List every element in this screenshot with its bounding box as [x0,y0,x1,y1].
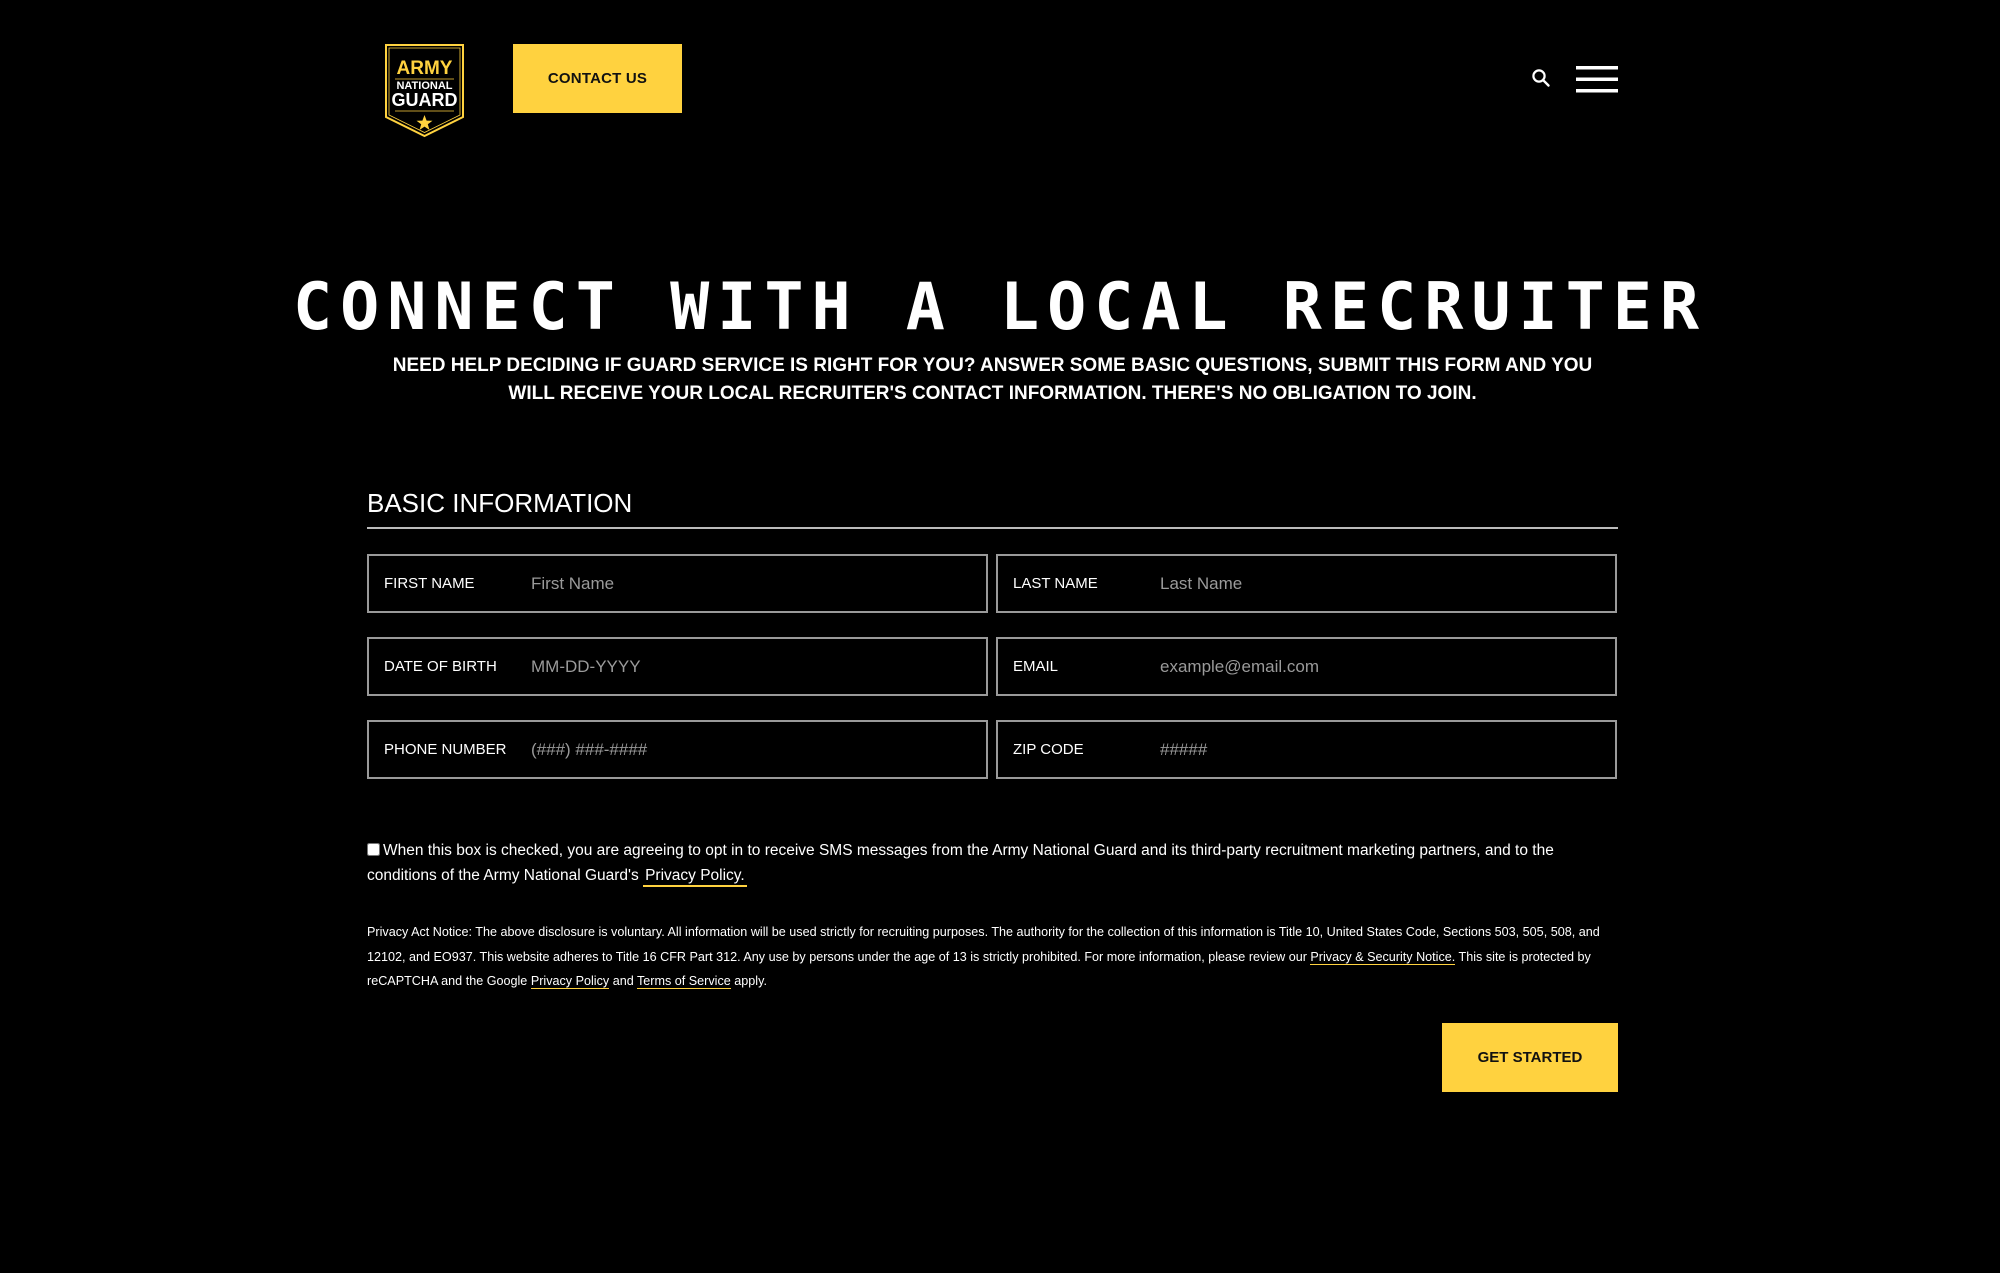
page-subtitle: NEED HELP DECIDING IF GUARD SERVICE IS R… [392,355,1593,404]
section-divider [367,527,1618,529]
phone-number-label: PHONE NUMBER [384,741,507,758]
first-name-field[interactable]: FIRST NAME [367,554,988,613]
google-privacy-policy-link[interactable]: Privacy Policy [530,974,610,989]
get-started-button[interactable]: GET STARTED [1442,1023,1618,1092]
privacy-policy-link[interactable]: Privacy Policy. [643,867,747,887]
phone-number-input[interactable] [531,722,986,777]
zip-code-input[interactable] [1160,722,1615,777]
army-national-guard-logo[interactable]: ARMY NATIONAL GUARD [383,43,466,138]
privacy-notice-text: apply. [730,974,767,988]
email-label: EMAIL [1013,658,1059,675]
first-name-label: FIRST NAME [384,575,475,592]
sms-consent: When this box is checked, you are agreei… [367,838,1618,888]
last-name-label: LAST NAME [1013,575,1098,592]
privacy-act-notice: Privacy Act Notice: The above disclosure… [367,920,1618,994]
terms-of-service-link[interactable]: Terms of Service [637,974,731,989]
first-name-input[interactable] [531,556,986,611]
logo-line-guard: GUARD [392,90,458,110]
search-icon[interactable] [1531,68,1551,88]
date-of-birth-label: DATE OF BIRTH [384,658,497,675]
sms-consent-text: When this box is checked, you are agreei… [367,842,1554,884]
contact-us-button[interactable]: CONTACT US [513,44,682,113]
zip-code-label: ZIP CODE [1013,741,1084,758]
phone-number-field[interactable]: PHONE NUMBER [367,720,988,779]
email-input[interactable] [1160,639,1615,694]
page-title: CONNECT WITH A LOCAL RECRUITER [293,270,1707,345]
privacy-security-notice-link[interactable]: Privacy & Security Notice. [1310,949,1456,965]
last-name-input[interactable] [1160,556,1615,611]
last-name-field[interactable]: LAST NAME [996,554,1617,613]
zip-code-field[interactable]: ZIP CODE [996,720,1617,779]
date-of-birth-input[interactable] [531,639,986,694]
sms-consent-checkbox[interactable] [367,843,380,856]
privacy-notice-text: and [609,974,637,988]
section-heading-basic-information: BASIC INFORMATION [367,488,633,518]
date-of-birth-field[interactable]: DATE OF BIRTH [367,637,988,696]
logo-line-army: ARMY [397,58,453,79]
hamburger-menu-icon[interactable] [1576,65,1618,93]
email-field[interactable]: EMAIL [996,637,1617,696]
